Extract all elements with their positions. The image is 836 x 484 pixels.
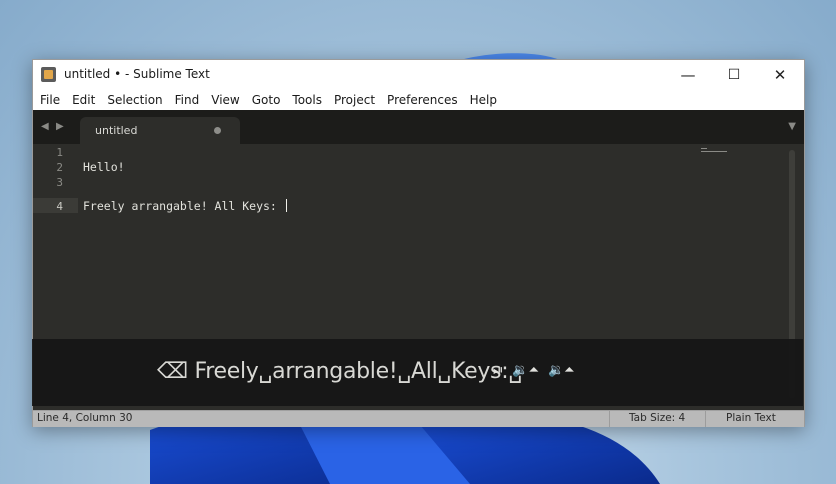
sublime-text-icon — [41, 67, 56, 82]
unsaved-dot-icon[interactable] — [214, 127, 221, 134]
close-button[interactable]: ✕ — [757, 60, 803, 90]
menu-view[interactable]: View — [205, 93, 245, 107]
menu-find[interactable]: Find — [169, 93, 206, 107]
media-key-icons: ⏯ 🔉⏶ 🔉⏶ — [493, 363, 575, 378]
tab-list-dropdown-icon[interactable]: ▼ — [788, 121, 796, 132]
menu-selection[interactable]: Selection — [101, 93, 168, 107]
tab-bar: ◀ ▶ untitled ▼ — [33, 110, 804, 144]
menu-file[interactable]: File — [33, 93, 66, 107]
menu-help[interactable]: Help — [464, 93, 503, 107]
tab-untitled[interactable]: untitled — [80, 117, 240, 144]
text-caret — [285, 199, 287, 212]
maximize-button[interactable]: ☐ — [711, 60, 757, 90]
minimap[interactable] — [701, 148, 731, 160]
tab-size-selector[interactable]: Tab Size: 4 — [629, 412, 685, 424]
keystroke-overlay: ⌫ Freely␣arrangable!␣All␣Keys:␣ ⏯ 🔉⏶ 🔉⏶ — [32, 339, 803, 406]
code-line: Hello! — [83, 160, 125, 174]
menu-preferences[interactable]: Preferences — [381, 93, 464, 107]
menu-tools[interactable]: Tools — [286, 93, 328, 107]
keystroke-text: ⌫ Freely␣arrangable!␣All␣Keys:␣ — [157, 359, 523, 384]
menu-project[interactable]: Project — [328, 93, 381, 107]
menu-bar: File Edit Selection Find View Goto Tools… — [33, 90, 804, 110]
code-line-text: Freely arrangable! All Keys: — [83, 199, 284, 213]
volume-up-icon: 🔉⏶ — [548, 363, 575, 378]
line-number: 4 — [56, 200, 63, 213]
status-bar: Line 4, Column 30 Tab Size: 4 Plain Text — [33, 410, 804, 427]
tab-back-icon[interactable]: ◀ — [41, 121, 49, 132]
status-divider — [705, 411, 706, 427]
line-number: 1 — [56, 146, 63, 159]
menu-goto[interactable]: Goto — [246, 93, 287, 107]
syntax-selector[interactable]: Plain Text — [726, 412, 776, 424]
volume-up-icon: 🔉⏶ — [512, 363, 539, 378]
cursor-position: Line 4, Column 30 — [37, 412, 133, 424]
tab-label: untitled — [95, 124, 138, 137]
play-pause-icon: ⏯ — [493, 363, 504, 378]
menu-edit[interactable]: Edit — [66, 93, 101, 107]
code-line-current: Freely arrangable! All Keys: — [83, 199, 287, 213]
tab-forward-icon[interactable]: ▶ — [56, 121, 64, 132]
line-number: 3 — [56, 176, 63, 189]
window-title: untitled • - Sublime Text — [64, 67, 210, 81]
title-bar: untitled • - Sublime Text — ☐ ✕ — [33, 60, 804, 90]
minimize-button[interactable]: — — [665, 60, 711, 90]
status-divider — [609, 411, 610, 427]
line-number: 2 — [56, 161, 63, 174]
